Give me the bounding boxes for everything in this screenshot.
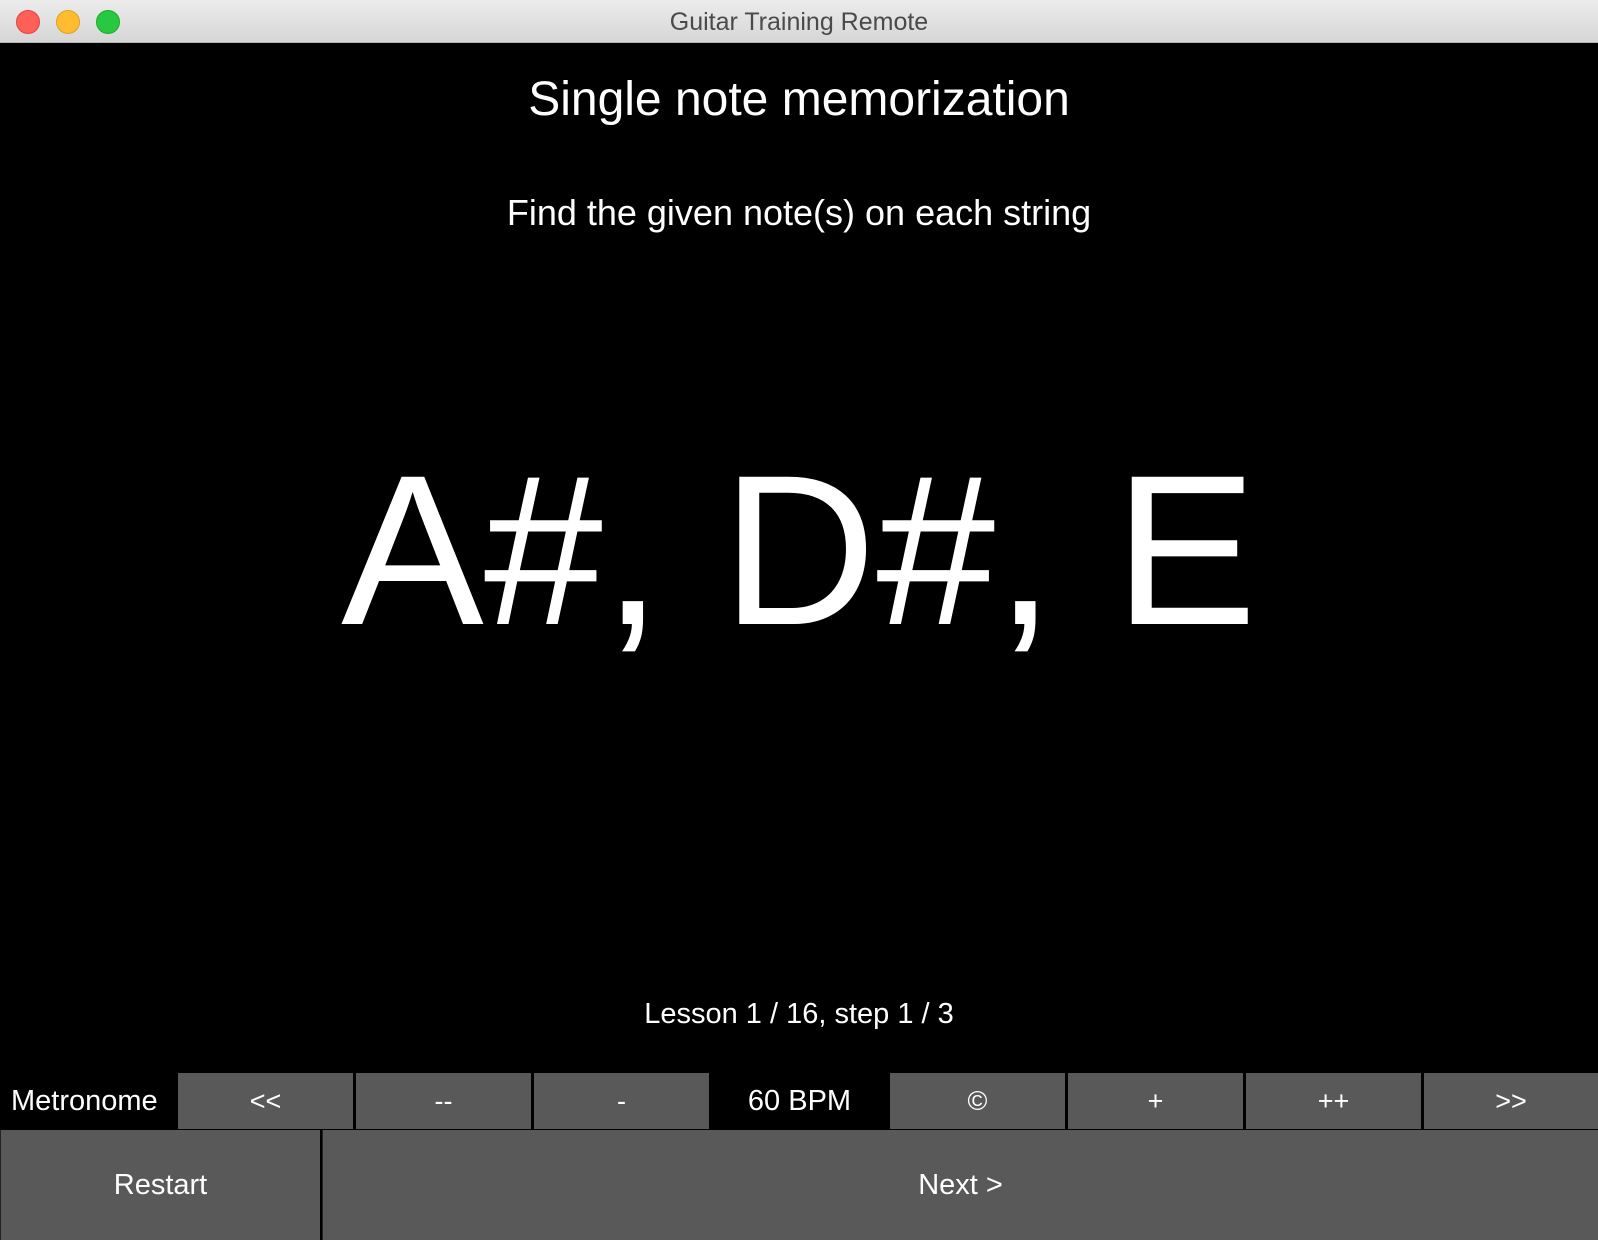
metronome-label: Metronome <box>11 1085 158 1117</box>
metronome-increase-large-button[interactable]: ++ <box>1246 1073 1421 1129</box>
lesson-progress: Lesson 1 / 16, step 1 / 3 <box>644 998 954 1030</box>
exercise-heading: Single note memorization <box>528 73 1070 126</box>
next-button[interactable]: Next > <box>322 1130 1598 1240</box>
navigation-controls: Restart Next > <box>0 1130 1598 1240</box>
restart-button[interactable]: Restart <box>0 1130 320 1240</box>
main-content: Single note memorization Find the given … <box>0 44 1598 1240</box>
app-window: Guitar Training Remote Single note memor… <box>0 0 1598 1240</box>
metronome-increase-button[interactable]: + <box>1068 1073 1243 1129</box>
exercise-instruction: Find the given note(s) on each string <box>506 192 1092 233</box>
bpm-display: 60 BPM <box>747 1084 852 1117</box>
metronome-next-button[interactable]: >> <box>1424 1073 1598 1129</box>
title-bar[interactable]: Guitar Training Remote <box>0 0 1598 43</box>
metronome-decrease-large-button[interactable]: -- <box>356 1073 531 1129</box>
window-title: Guitar Training Remote <box>669 8 929 36</box>
metronome-prev-button[interactable]: << <box>178 1073 353 1129</box>
target-notes: A#, D#, E <box>341 431 1257 670</box>
metronome-controls: Metronome << -- - 60 BPM © + ++ >> <box>0 1073 1598 1129</box>
metronome-decrease-button[interactable]: - <box>534 1073 709 1129</box>
metronome-toggle-button[interactable]: © <box>890 1073 1065 1129</box>
